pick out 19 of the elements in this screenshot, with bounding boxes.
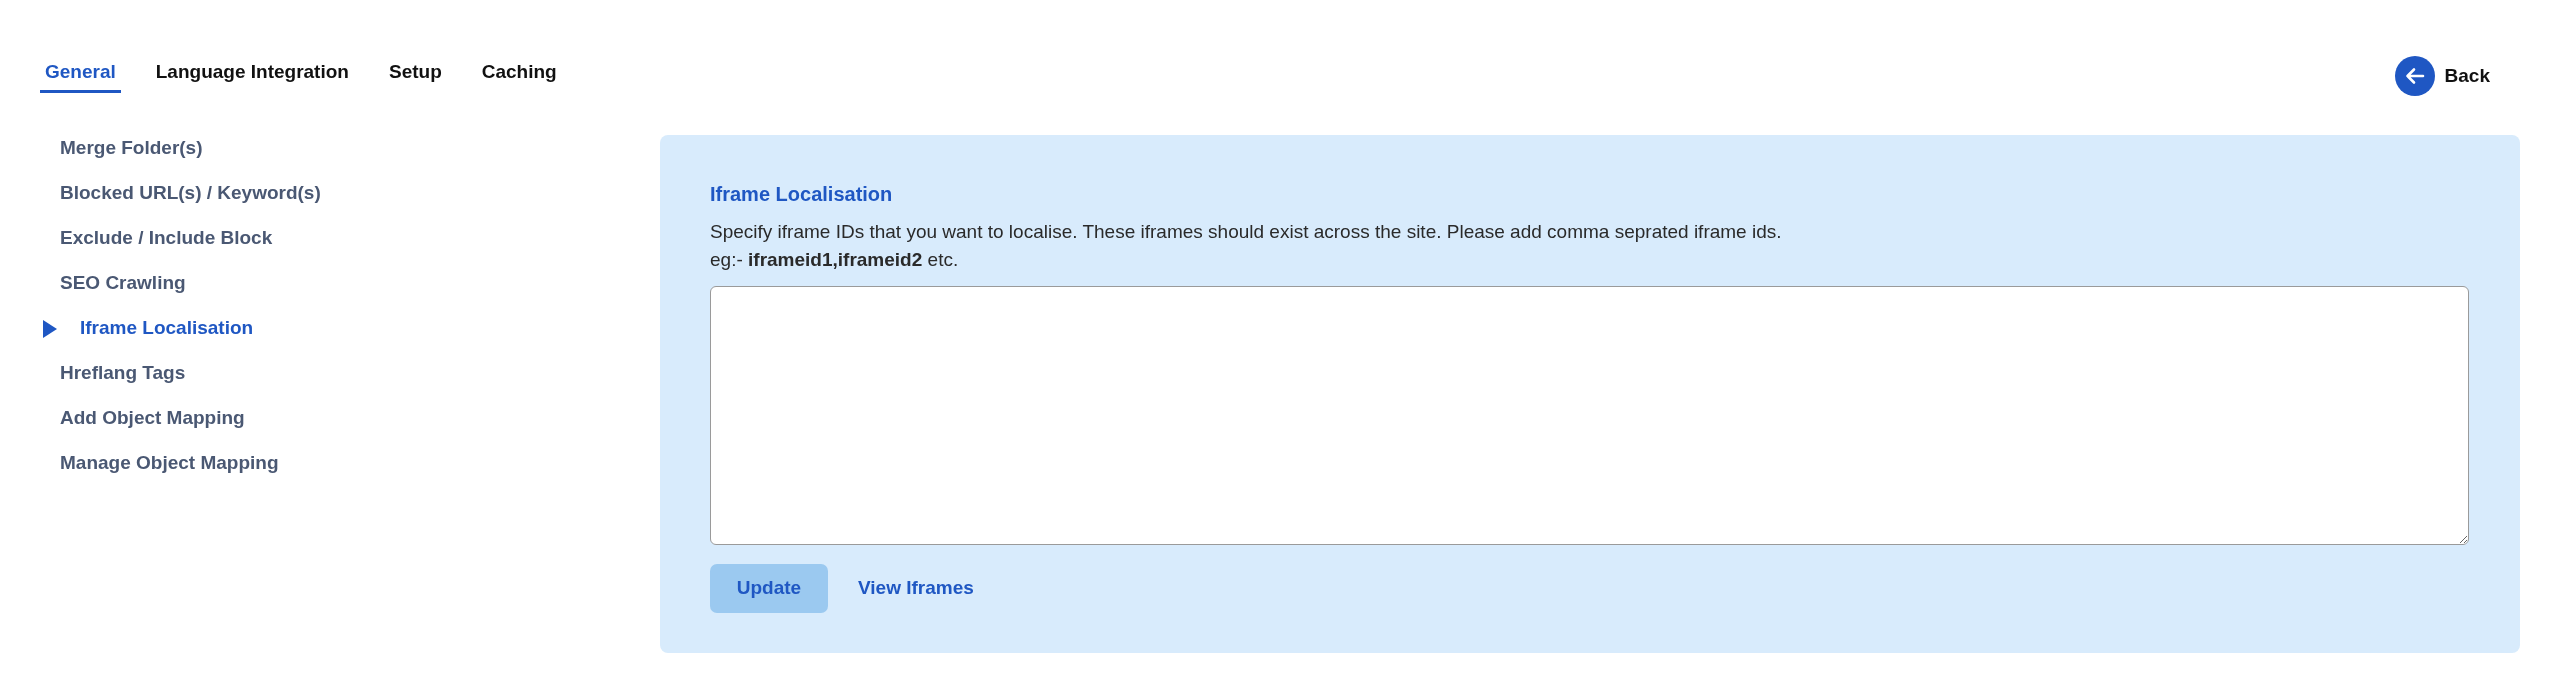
view-iframes-link[interactable]: View Iframes xyxy=(858,574,974,603)
nav-tab[interactable]: General xyxy=(40,52,121,93)
nav-tab[interactable]: Caching xyxy=(476,52,562,93)
back-button[interactable]: Back xyxy=(2394,56,2490,96)
sidebar-item[interactable]: SEO Crawling xyxy=(60,261,186,306)
sidebar-item[interactable]: Hreflang Tags xyxy=(60,351,186,396)
description-text: Specify iframe IDs that you want to localise. These iframes should exist across the site. Please add comma seprated iframe ids. xyxy=(710,220,1783,244)
example-text: eg:- iframeid1,iframeid2 etc. xyxy=(710,248,960,272)
nav-tab[interactable]: Setup xyxy=(383,52,447,93)
iframe-ids-field[interactable] xyxy=(710,286,2469,545)
sidebar-item[interactable]: Iframe Localisation xyxy=(43,306,254,351)
sidebar-item[interactable]: Blocked URL(s) / Keyword(s) xyxy=(60,171,321,216)
sidebar-item[interactable]: Exclude / Include Block xyxy=(60,216,273,261)
triangle-marker-icon xyxy=(43,319,57,338)
nav-tab[interactable]: Language Integration xyxy=(150,52,354,93)
sidebar-item[interactable]: Merge Folder(s) xyxy=(60,126,203,171)
sidebar-item[interactable]: Manage Object Mapping xyxy=(60,441,279,486)
sidebar-item[interactable]: Add Object Mapping xyxy=(60,396,245,441)
panel-title: Iframe Localisation xyxy=(710,182,894,206)
